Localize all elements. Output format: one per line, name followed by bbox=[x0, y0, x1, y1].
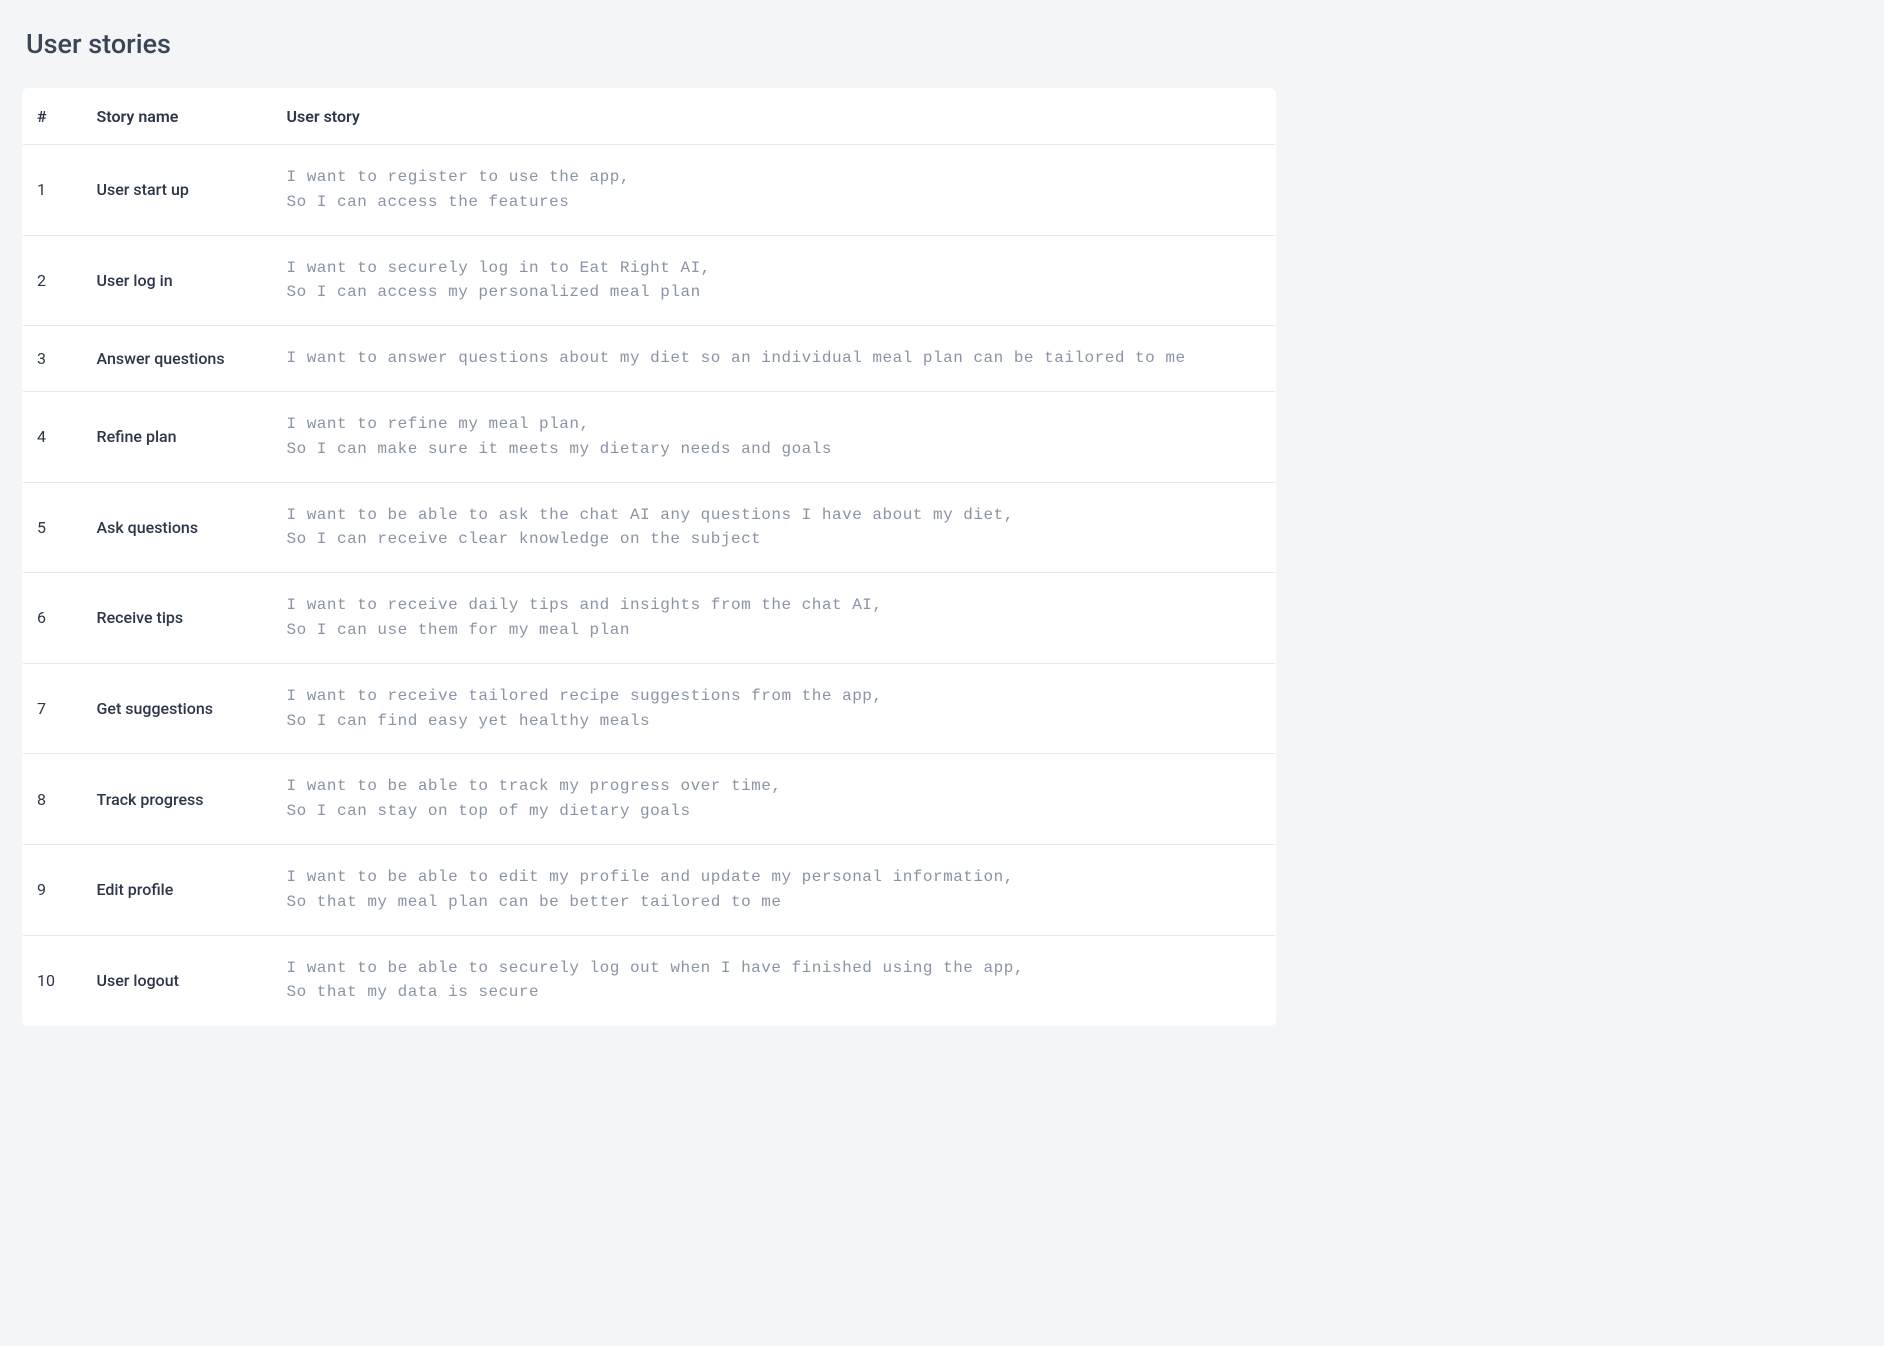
row-number: 5 bbox=[23, 482, 83, 573]
story-text: I want to securely log in to Eat Right A… bbox=[287, 259, 711, 302]
story-name: Ask questions bbox=[83, 482, 273, 573]
story-text: I want to be able to ask the chat AI any… bbox=[287, 506, 1014, 549]
table-row: 1User start up I want to register to use … bbox=[23, 145, 1276, 236]
story-text: I want to answer questions about my diet… bbox=[287, 349, 1186, 367]
story-text: I want to receive tailored recipe sugges… bbox=[287, 687, 883, 730]
row-number: 7 bbox=[23, 663, 83, 754]
row-number: 4 bbox=[23, 391, 83, 482]
story-text-cell: I want to be able to edit my profile and… bbox=[273, 844, 1276, 935]
table-row: 5Ask questions I want to be able to ask t… bbox=[23, 482, 1276, 573]
story-name: User log in bbox=[83, 235, 273, 326]
table-row: 4Refine plan I want to refine my meal pla… bbox=[23, 391, 1276, 482]
story-text-cell: I want to be able to ask the chat AI any… bbox=[273, 482, 1276, 573]
table-row: 3Answer questions I want to answer questi… bbox=[23, 326, 1276, 392]
table-row: 7Get suggestions I want to receive tailor… bbox=[23, 663, 1276, 754]
story-text-cell: I want to refine my meal plan, So I can … bbox=[273, 391, 1276, 482]
story-name: User start up bbox=[83, 145, 273, 236]
row-number: 9 bbox=[23, 844, 83, 935]
user-stories-table: # Story name User story 1User start up I … bbox=[22, 88, 1276, 1026]
story-name: Receive tips bbox=[83, 573, 273, 664]
story-text-cell: I want to answer questions about my diet… bbox=[273, 326, 1276, 392]
story-text: I want to be able to track my progress o… bbox=[287, 777, 782, 820]
table-header-row: # Story name User story bbox=[23, 89, 1276, 145]
row-number: 10 bbox=[23, 935, 83, 1026]
story-name: Edit profile bbox=[83, 844, 273, 935]
page-title: User stories bbox=[26, 28, 1276, 60]
story-text: I want to be able to edit my profile and… bbox=[287, 868, 1014, 911]
table-row: 10User logout I want to be able to secure… bbox=[23, 935, 1276, 1026]
col-header-story: User story bbox=[273, 89, 1276, 145]
story-text-cell: I want to securely log in to Eat Right A… bbox=[273, 235, 1276, 326]
story-name: Get suggestions bbox=[83, 663, 273, 754]
table-row: 9Edit profile I want to be able to edit m… bbox=[23, 844, 1276, 935]
story-text: I want to be able to securely log out wh… bbox=[287, 959, 1024, 1002]
story-text: I want to refine my meal plan, So I can … bbox=[287, 415, 832, 458]
row-number: 1 bbox=[23, 145, 83, 236]
story-text-cell: I want to receive tailored recipe sugges… bbox=[273, 663, 1276, 754]
row-number: 6 bbox=[23, 573, 83, 664]
table-row: 2User log in I want to securely log in to… bbox=[23, 235, 1276, 326]
row-number: 2 bbox=[23, 235, 83, 326]
story-text-cell: I want to register to use the app, So I … bbox=[273, 145, 1276, 236]
story-text-cell: I want to be able to track my progress o… bbox=[273, 754, 1276, 845]
row-number: 3 bbox=[23, 326, 83, 392]
story-name: Answer questions bbox=[83, 326, 273, 392]
row-number: 8 bbox=[23, 754, 83, 845]
story-text: I want to receive daily tips and insight… bbox=[287, 596, 883, 639]
col-header-name: Story name bbox=[83, 89, 273, 145]
story-name: Refine plan bbox=[83, 391, 273, 482]
table-row: 8Track progress I want to be able to trac… bbox=[23, 754, 1276, 845]
col-header-number: # bbox=[23, 89, 83, 145]
story-text-cell: I want to be able to securely log out wh… bbox=[273, 935, 1276, 1026]
story-name: Track progress bbox=[83, 754, 273, 845]
story-text-cell: I want to receive daily tips and insight… bbox=[273, 573, 1276, 664]
story-name: User logout bbox=[83, 935, 273, 1026]
table-row: 6Receive tips I want to receive daily tip… bbox=[23, 573, 1276, 664]
story-text: I want to register to use the app, So I … bbox=[287, 168, 630, 211]
